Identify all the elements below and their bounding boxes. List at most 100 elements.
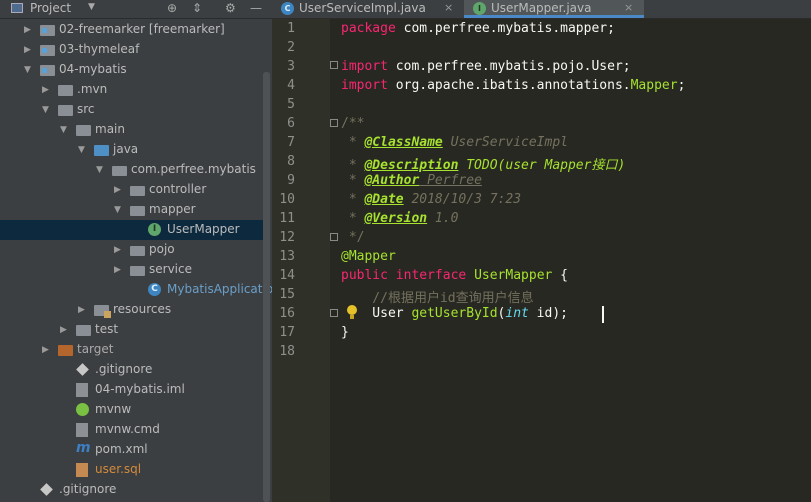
tree-item[interactable]: ▶ service xyxy=(0,260,264,280)
tree-item-label: user.sql xyxy=(95,462,142,476)
folder-icon xyxy=(76,125,91,136)
sql-file-icon xyxy=(76,463,88,477)
project-panel-title[interactable]: Project xyxy=(30,1,71,15)
code-line-7: * @ClassName UserServiceImpl xyxy=(341,135,568,150)
gear-icon[interactable]: ⚙ xyxy=(225,1,236,15)
tree-item-label: target xyxy=(77,342,114,356)
tree-item[interactable]: ▼ src xyxy=(0,100,264,120)
tree-item-label: 04-mybatis xyxy=(59,62,127,76)
tree-item[interactable]: mvnw.cmd xyxy=(0,420,264,440)
tree-item[interactable]: .gitignore xyxy=(0,480,264,500)
close-icon[interactable]: × xyxy=(444,1,453,14)
line-number: 1 xyxy=(287,21,295,36)
spring-class-icon: C xyxy=(148,283,161,296)
tree-item[interactable]: m pom.xml xyxy=(0,440,264,460)
code-line-10: * @Date 2018/10/3 7:23 xyxy=(341,192,522,207)
tree-item[interactable]: mvnw xyxy=(0,400,264,420)
project-panel: Project ▼ ⊕ ⇕ ⚙ — ▶ 02-freemarker [freema… xyxy=(0,0,281,502)
fold-marker-icon[interactable] xyxy=(330,61,338,69)
line-number: 3 xyxy=(287,59,295,74)
tree-item[interactable]: ▼ com.perfree.mybatis xyxy=(0,160,264,180)
chevron-down-icon[interactable]: ▼ xyxy=(24,65,31,75)
code-line-8: * @Description TODO(user Mapper接口) xyxy=(341,158,626,173)
package-icon xyxy=(112,166,127,176)
tree-item-label: .gitignore xyxy=(59,482,117,496)
code-line-13: @Mapper xyxy=(341,249,396,264)
tree-item-label: com.perfree.mybatis xyxy=(131,162,256,176)
tree-item[interactable]: .gitignore xyxy=(0,360,264,380)
module-folder-icon xyxy=(40,65,55,76)
tree-item[interactable]: user.sql xyxy=(0,460,264,480)
tree-item-label: pojo xyxy=(149,242,175,256)
fold-marker-icon[interactable] xyxy=(330,233,338,241)
tree-item-label: controller xyxy=(149,182,207,196)
line-number: 5 xyxy=(287,97,295,112)
tree-item-label: 04-mybatis.iml xyxy=(95,382,185,396)
tree-item[interactable]: ▶ 02-freemarker [freemarker] xyxy=(0,20,264,40)
chevron-right-icon[interactable]: ▶ xyxy=(24,45,31,55)
close-icon[interactable]: × xyxy=(624,1,633,14)
chevron-down-icon[interactable]: ▼ xyxy=(60,125,67,135)
line-number: 14 xyxy=(279,268,295,283)
collapse-all-icon[interactable]: ⇕ xyxy=(192,1,202,15)
tree-item-label: test xyxy=(95,322,119,336)
chevron-right-icon[interactable]: ▶ xyxy=(78,305,85,315)
fold-marker-icon[interactable] xyxy=(330,309,338,317)
line-number: 17 xyxy=(279,325,295,340)
tree-item-label: mvnw.cmd xyxy=(95,422,160,436)
locate-target-icon[interactable]: ⊕ xyxy=(167,1,177,15)
lightbulb-icon[interactable] xyxy=(347,305,357,319)
module-folder-icon xyxy=(40,45,55,56)
tab-usermapper[interactable]: I UserMapper.java × xyxy=(464,0,644,18)
tree-item[interactable]: ▼ main xyxy=(0,120,264,140)
line-number: 8 xyxy=(287,154,295,169)
tree-item[interactable]: ▶ test xyxy=(0,320,264,340)
tree-item[interactable]: I UserMapper xyxy=(0,220,264,240)
mvnw-icon xyxy=(76,403,89,416)
line-number: 7 xyxy=(287,135,295,150)
tree-item[interactable]: C MybatisApplication xyxy=(0,280,281,300)
chevron-right-icon[interactable]: ▶ xyxy=(114,245,121,255)
chevron-right-icon[interactable]: ▶ xyxy=(42,345,49,355)
package-icon xyxy=(130,266,145,276)
chevron-right-icon[interactable]: ▶ xyxy=(42,85,49,95)
tab-label: UserMapper.java xyxy=(491,1,592,15)
text-file-icon xyxy=(76,423,88,437)
tree-item-label: java xyxy=(113,142,139,156)
tree-item[interactable]: ▼ mapper xyxy=(0,200,264,220)
excluded-folder-icon xyxy=(58,345,73,356)
tree-item[interactable]: ▶ controller xyxy=(0,180,264,200)
tree-item-label: .mvn xyxy=(77,82,108,96)
hide-panel-icon[interactable]: — xyxy=(250,1,262,15)
tree-item[interactable]: ▼ 04-mybatis xyxy=(0,60,264,80)
line-number: 16 xyxy=(279,306,295,321)
tree-item[interactable]: ▼ java xyxy=(0,140,264,160)
interface-icon: I xyxy=(473,2,486,15)
tree-item[interactable]: 04-mybatis.iml xyxy=(0,380,264,400)
chevron-down-icon[interactable]: ▼ xyxy=(78,145,85,155)
tree-item[interactable]: ▶ resources xyxy=(0,300,264,320)
chevron-down-icon[interactable]: ▼ xyxy=(114,205,121,215)
chevron-down-icon[interactable]: ▼ xyxy=(96,165,103,175)
chevron-right-icon[interactable]: ▶ xyxy=(114,185,121,195)
tab-userserviceimpl[interactable]: C UserServiceImpl.java × xyxy=(272,0,462,18)
tree-scrollbar[interactable] xyxy=(263,72,270,502)
tree-item[interactable]: ▶ target xyxy=(0,340,264,360)
chevron-right-icon[interactable]: ▶ xyxy=(24,25,31,35)
chevron-down-icon[interactable]: ▼ xyxy=(42,105,49,115)
tree-item-label: main xyxy=(95,122,125,136)
tree-item-label: resources xyxy=(113,302,172,316)
iml-file-icon xyxy=(76,383,88,397)
line-number: 11 xyxy=(279,211,295,226)
git-icon xyxy=(76,363,89,376)
fold-marker-icon[interactable] xyxy=(330,119,338,127)
tree-item[interactable]: ▶ pojo xyxy=(0,240,264,260)
tree-item[interactable]: ▶ 03-thymeleaf xyxy=(0,40,264,60)
tree-item[interactable]: ▶ .mvn xyxy=(0,80,264,100)
tree-item-label: src xyxy=(77,102,95,116)
chevron-down-icon[interactable]: ▼ xyxy=(88,2,95,12)
line-number: 18 xyxy=(279,344,295,359)
module-folder-icon xyxy=(40,25,55,36)
chevron-right-icon[interactable]: ▶ xyxy=(60,325,67,335)
chevron-right-icon[interactable]: ▶ xyxy=(114,265,121,275)
